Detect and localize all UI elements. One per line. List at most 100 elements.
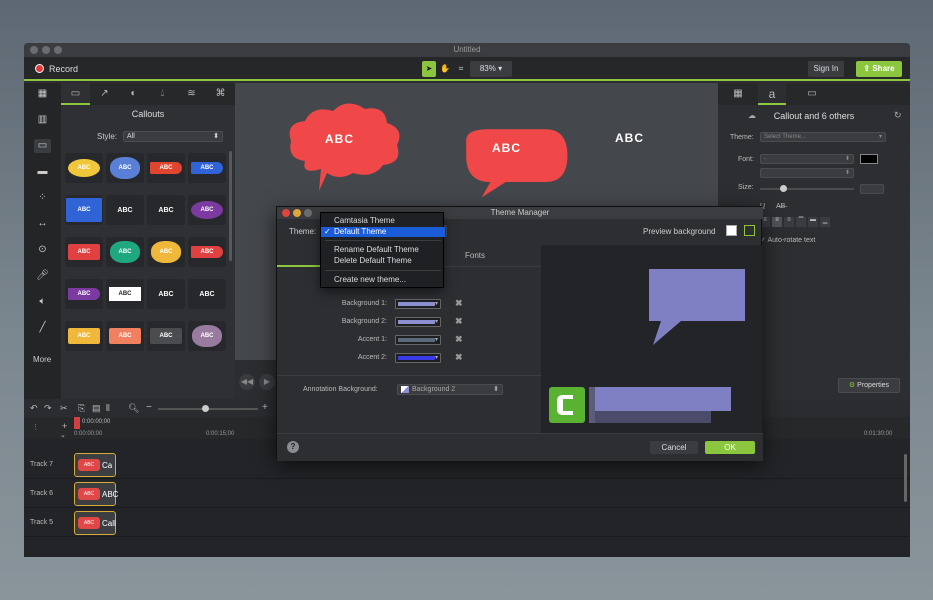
tab-shapes-icon[interactable]: ◐ (119, 83, 148, 105)
callout-thumbnail[interactable]: ABC (65, 237, 103, 267)
font-style-select[interactable]: ⬍ (760, 168, 854, 178)
size-slider[interactable] (760, 185, 854, 192)
zoom-in-icon[interactable]: + (262, 402, 268, 413)
menu-item-camtasia-theme[interactable]: Camtasia Theme (321, 216, 445, 226)
strikethrough-icon[interactable]: A̶B̶ (776, 203, 785, 210)
preview-white-swatch[interactable] (726, 225, 737, 236)
canvas-text-callout[interactable]: ABC (615, 131, 644, 145)
tab-visual-icon[interactable]: ▦ (724, 83, 752, 105)
tab-text-icon[interactable]: a (758, 83, 786, 105)
style-select[interactable]: All ⬍ (123, 131, 223, 142)
maximize-window-button[interactable] (54, 46, 62, 54)
callout-thumbnail[interactable]: ABC (65, 153, 103, 183)
callout-thumbnail[interactable]: ABC (188, 153, 226, 183)
select-tool-icon[interactable]: ➤ (422, 61, 436, 77)
annotations-icon[interactable]: ▭ (34, 139, 51, 153)
menu-item-default-theme[interactable]: ✓ Default Theme (321, 227, 445, 237)
font-select[interactable]: - ⬍ (760, 154, 854, 164)
record-icon[interactable] (35, 64, 44, 73)
timeline-track[interactable]: Track 6 ABC ABC (24, 480, 910, 508)
timeline-zoom-handle[interactable] (202, 405, 209, 412)
split-icon[interactable]: ⫴ (106, 403, 110, 414)
library-icon[interactable]: ▥ (34, 113, 51, 127)
tab-annotation-icon[interactable]: ▭ (798, 83, 826, 105)
tab-callouts-icon[interactable]: ▭ (61, 83, 90, 105)
annotation-background-select[interactable]: Background 2 ⬍ (397, 384, 503, 395)
zoom-select[interactable]: 83% ▾ (470, 61, 512, 77)
voice-narration-icon[interactable]: 🎤︎ (34, 269, 51, 283)
undo-icon[interactable]: ↶ (30, 403, 38, 414)
dialog-zoom-button[interactable] (304, 209, 312, 217)
close-window-button[interactable] (30, 46, 38, 54)
dialog-minimize-button[interactable] (293, 209, 301, 217)
preview-dark-swatch[interactable] (744, 225, 755, 236)
minimize-window-button[interactable] (42, 46, 50, 54)
callout-thumbnail[interactable]: ABC (147, 321, 185, 351)
size-input[interactable] (860, 184, 884, 194)
redo-icon[interactable]: ↷ (44, 403, 52, 414)
menu-item-rename-theme[interactable]: Rename Default Theme (321, 245, 445, 255)
callout-thumbnail[interactable]: ABC (106, 153, 144, 183)
callout-thumbnail[interactable]: ABC (106, 321, 144, 351)
panel-scrollbar[interactable] (229, 151, 232, 261)
callout-thumbnail[interactable]: ABC (188, 237, 226, 267)
callout-thumbnail[interactable]: ABC (106, 237, 144, 267)
reset-icon[interactable]: ↻ (894, 110, 902, 121)
remove-color-icon[interactable]: ✖ (455, 316, 463, 327)
callout-thumbnail[interactable]: ABC (188, 279, 226, 309)
callout-thumbnail[interactable]: ABC (188, 195, 226, 225)
color-swatch-select[interactable]: ▾ (395, 353, 441, 363)
record-button[interactable]: Record (49, 64, 78, 74)
callout-thumbnail[interactable]: ABC (147, 153, 185, 183)
timeline-zoom-slider[interactable] (158, 405, 258, 412)
remove-color-icon[interactable]: ✖ (455, 334, 463, 345)
remove-color-icon[interactable]: ✖ (455, 298, 463, 309)
callout-thumbnail[interactable]: ABC (65, 279, 103, 309)
paste-icon[interactable]: ▤ (92, 403, 101, 414)
canvas-speech-callout[interactable] (466, 129, 568, 198)
callout-thumbnail[interactable]: ABC (147, 195, 185, 225)
callout-thumbnail[interactable]: ABC (106, 195, 144, 225)
timeline-clip[interactable]: ABC Call (74, 511, 116, 535)
cursor-effects-icon[interactable]: ⊙ (34, 243, 51, 257)
align-center-icon[interactable]: ≡ (772, 217, 782, 227)
timeline-clip[interactable]: ABC ABC (74, 482, 118, 506)
callout-thumbnail[interactable]: ABC (147, 237, 185, 267)
size-slider-handle[interactable] (780, 185, 787, 192)
canvas-cloud-callout[interactable] (289, 103, 400, 191)
tab-arrows-icon[interactable]: ↗ (90, 83, 119, 105)
timeline-track[interactable]: Track 5 ABC Call (24, 509, 910, 537)
callout-thumbnail[interactable]: ABC (188, 321, 226, 351)
align-top-icon[interactable]: ▔ (796, 217, 806, 227)
zoom-icon[interactable]: 🔍︎ (128, 403, 139, 414)
autorotate-checkbox[interactable]: ✓ Auto-rotate text (760, 236, 815, 244)
playhead-icon[interactable] (74, 417, 80, 429)
remove-color-icon[interactable]: ✖ (455, 352, 463, 363)
theme-select[interactable]: Select Theme... ▾ (760, 132, 886, 142)
callout-thumbnail[interactable]: ABC (65, 321, 103, 351)
timeline-clip[interactable]: ABC Ca (74, 453, 116, 477)
properties-button[interactable]: ⚙ Properties (838, 378, 900, 393)
add-track-icon[interactable]: + (62, 421, 67, 431)
color-swatch-select[interactable]: ▾ (395, 317, 441, 327)
menu-item-create-theme[interactable]: Create new theme... (321, 275, 445, 285)
share-button[interactable]: ⇪ Share (856, 61, 902, 77)
menu-item-delete-theme[interactable]: Delete Default Theme (321, 256, 445, 266)
dialog-close-button[interactable] (282, 209, 290, 217)
media-bin-icon[interactable]: ▦ (34, 87, 51, 101)
track-settings-icon[interactable]: ⋮ (32, 423, 39, 431)
more-button[interactable]: More (33, 355, 51, 364)
hand-tool-icon[interactable]: ✋ (438, 61, 452, 77)
crop-tool-icon[interactable]: ⌗ (454, 61, 468, 77)
copy-icon[interactable]: ⎘ (78, 403, 85, 414)
tab-sketch-icon[interactable]: ≋ (177, 83, 206, 105)
visual-effects-icon[interactable]: ╱ (34, 321, 51, 335)
callout-thumbnail[interactable]: ABC (65, 195, 103, 225)
audio-effects-icon[interactable]: 🔈︎ (34, 295, 51, 309)
behaviors-icon[interactable]: ⁘ (34, 191, 51, 205)
tab-blur-icon[interactable]: 💧︎ (148, 83, 177, 105)
collapse-icon[interactable]: ⌄ (60, 431, 66, 439)
color-swatch-select[interactable]: ▾ (395, 335, 441, 345)
callout-thumbnail[interactable]: ABC (147, 279, 185, 309)
timeline-scrollbar[interactable] (904, 454, 907, 502)
